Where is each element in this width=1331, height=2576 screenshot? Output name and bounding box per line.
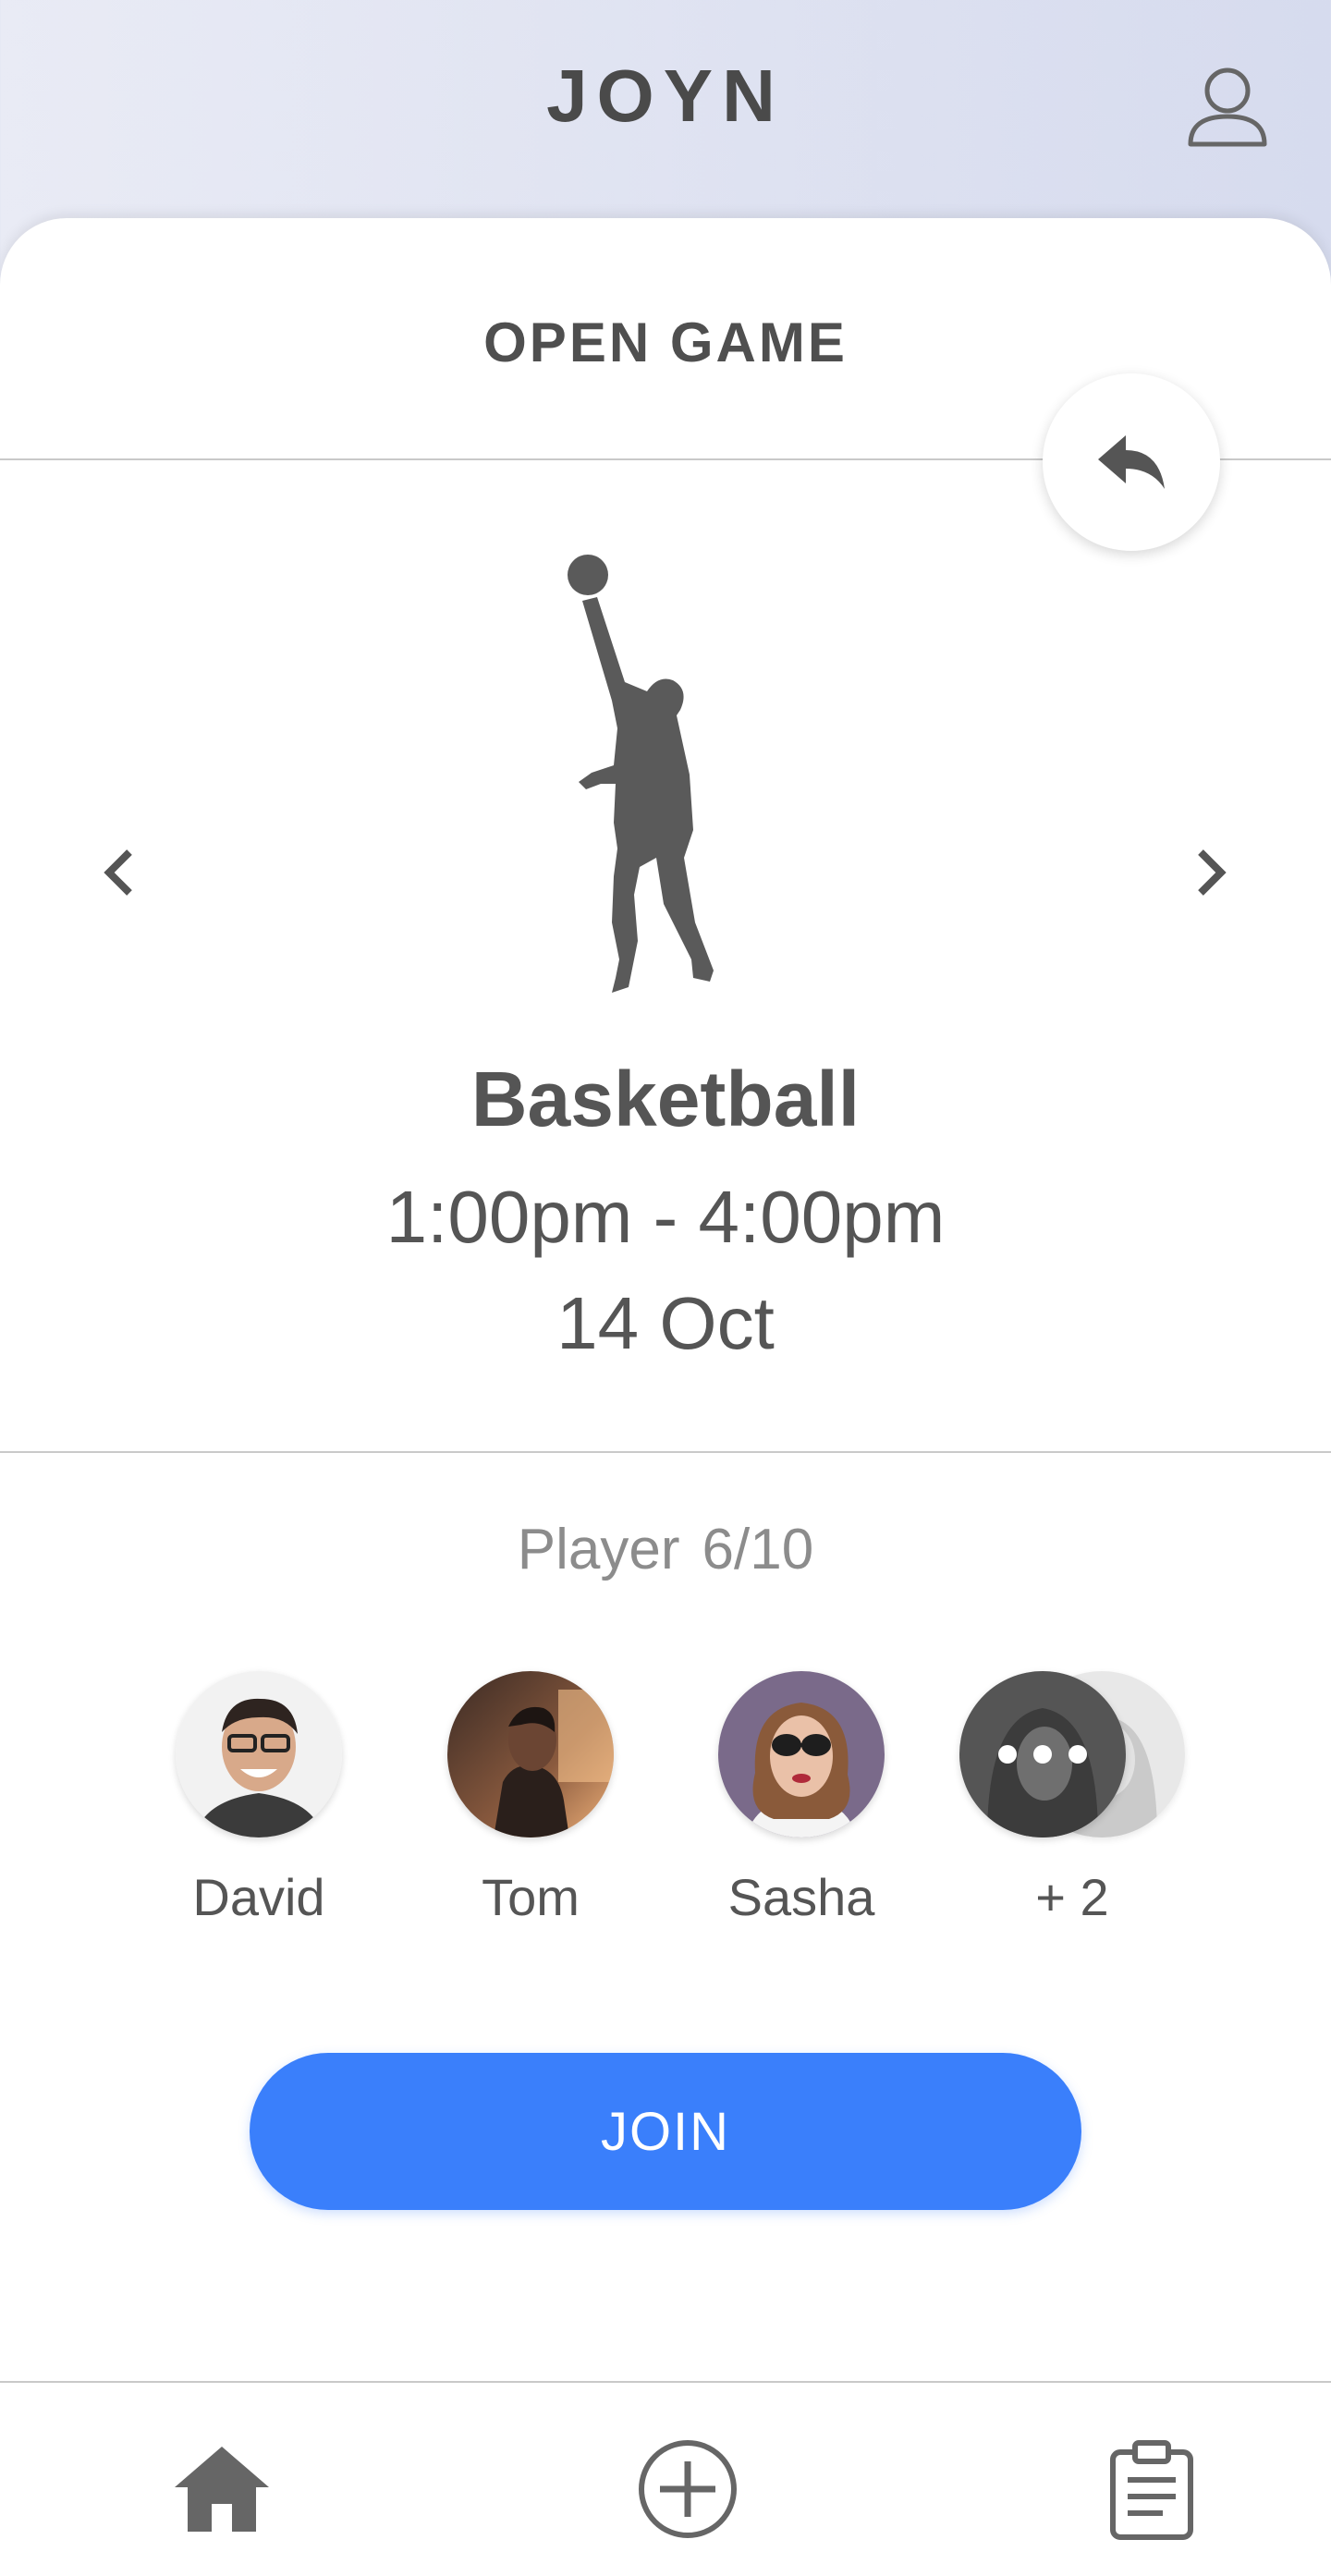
- profile-button[interactable]: [1183, 63, 1272, 152]
- avatar: [176, 1671, 342, 1837]
- players-count: 6/10: [702, 1518, 814, 1581]
- players-count-label: Player 6/10: [0, 1517, 1331, 1582]
- next-sport-button[interactable]: [1186, 836, 1238, 910]
- player-avatar-sasha[interactable]: [718, 1671, 885, 1837]
- more-players-button[interactable]: [959, 1671, 1191, 1837]
- nav-my-games[interactable]: [1096, 2434, 1207, 2545]
- home-icon: [175, 2447, 269, 2532]
- app-header: JOYN: [0, 0, 1331, 218]
- reply-arrow-icon: [1098, 435, 1165, 489]
- sport-name: Basketball: [470, 1056, 861, 1142]
- sport-time: 1:00pm - 4:00pm: [385, 1176, 946, 1258]
- basketball-player-icon: [568, 555, 714, 993]
- back-button[interactable]: [1043, 373, 1220, 551]
- avatar: [959, 1671, 1126, 1837]
- nav-home[interactable]: [166, 2434, 277, 2545]
- players-label: Player: [517, 1518, 680, 1581]
- game-card: OPEN GAME Basketball 1:00pm - 4:00pm 14 …: [0, 218, 1331, 2574]
- avatar: [718, 1671, 885, 1837]
- player-name-tom: Tom: [482, 1868, 580, 1926]
- chevron-right-icon: [1198, 849, 1227, 896]
- app-title: JOYN: [546, 55, 785, 137]
- more-players-count: + 2: [1035, 1868, 1109, 1926]
- prev-sport-button[interactable]: [92, 836, 144, 910]
- more-dots-icon: [998, 1745, 1017, 1764]
- player-name-sasha: Sasha: [727, 1868, 875, 1926]
- chevron-left-icon: [104, 849, 132, 896]
- avatar: [447, 1671, 614, 1837]
- bottom-nav: [0, 2381, 1331, 2576]
- clipboard-icon: [1110, 2440, 1193, 2540]
- player-name-david: David: [192, 1868, 325, 1926]
- details-divider: [0, 1451, 1331, 1453]
- card-title: OPEN GAME: [483, 311, 848, 373]
- add-circle-icon: [639, 2440, 737, 2538]
- player-avatar-tom[interactable]: [447, 1671, 614, 1837]
- sport-date: 14 Oct: [556, 1282, 775, 1364]
- player-avatar-david[interactable]: [176, 1671, 342, 1837]
- join-button[interactable]: JOIN: [250, 2053, 1081, 2210]
- nav-create-game[interactable]: [632, 2434, 743, 2545]
- user-icon: [1188, 67, 1267, 147]
